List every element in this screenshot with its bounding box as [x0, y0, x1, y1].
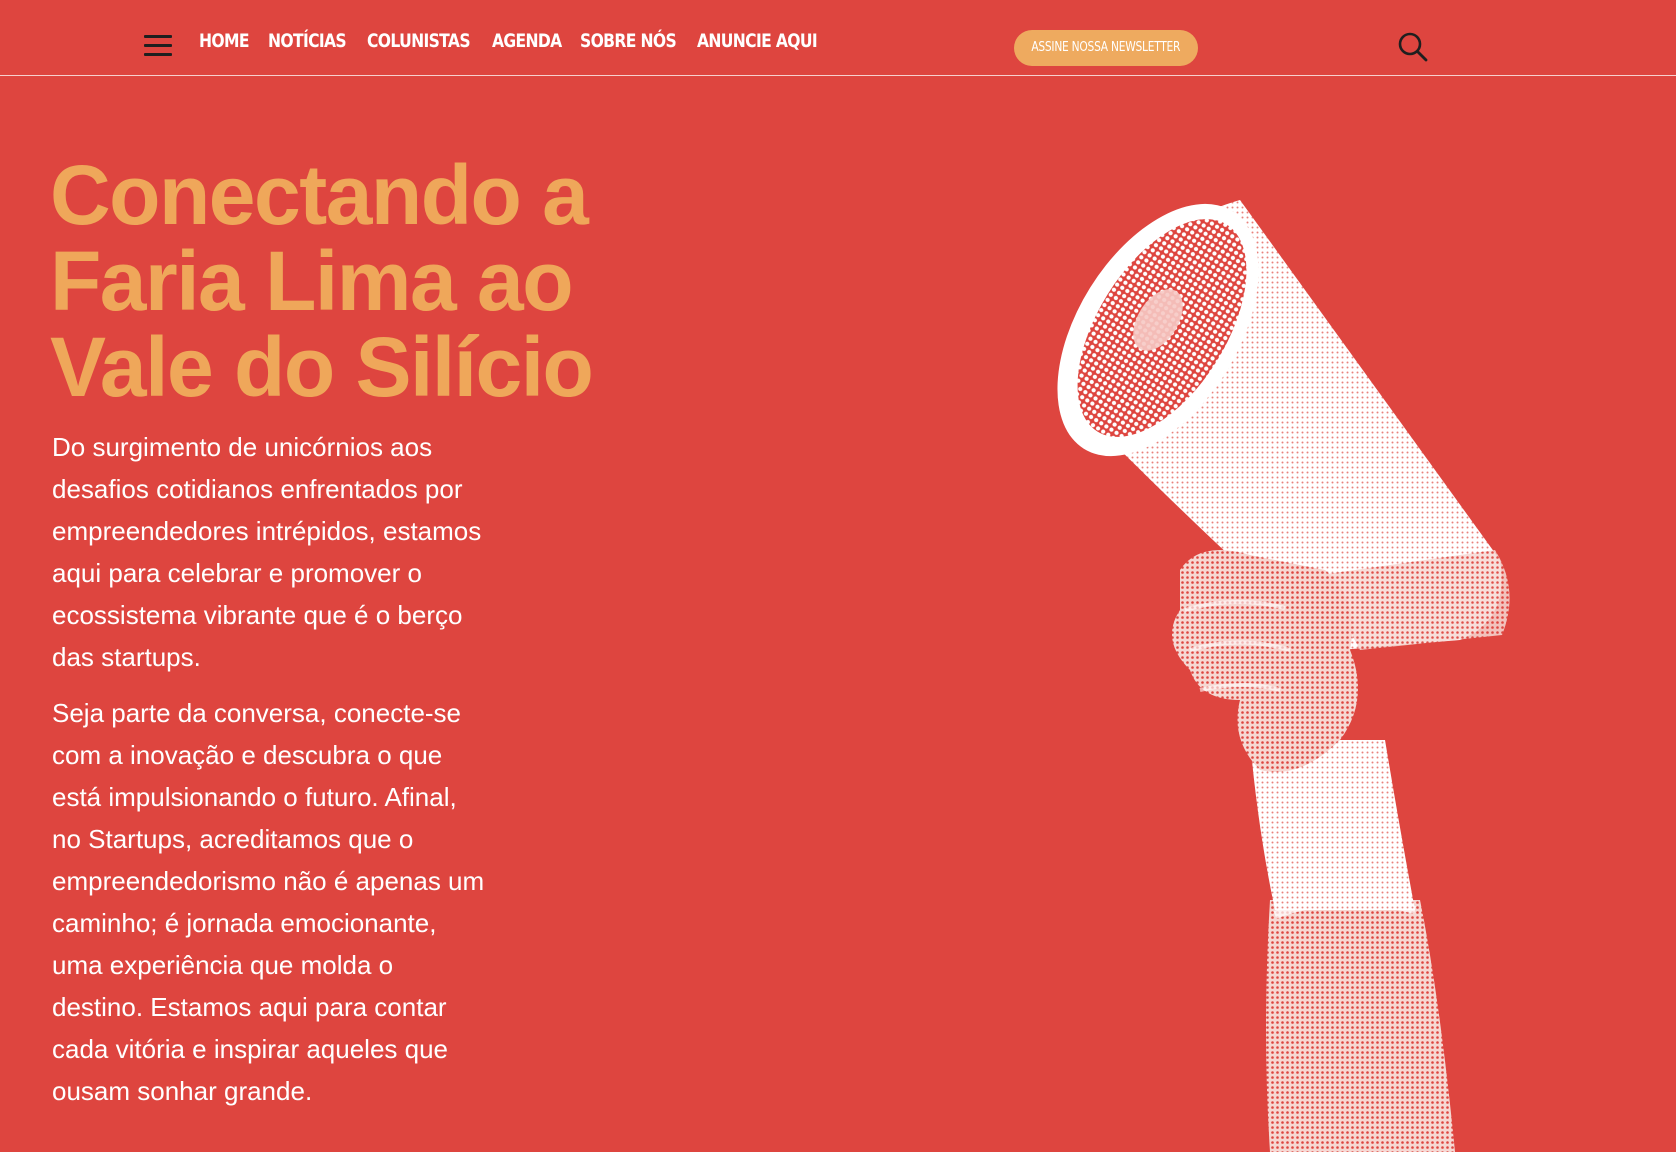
paragraph-line: Seja parte da conversa, conecte-se	[52, 698, 462, 728]
paragraph-line: está impulsionando o futuro. Afinal,	[52, 782, 457, 812]
hero-second-paragraph: Seja parte da conversa, conecte-se com a…	[52, 692, 542, 1112]
paragraph-line: caminho; é jornada emocionante,	[52, 908, 437, 938]
nav-home[interactable]: HOME	[199, 30, 249, 52]
nav-anuncie-aqui[interactable]: ANUNCIE AQUI	[697, 30, 818, 52]
hero-title-line: Faria Lima ao	[50, 234, 574, 328]
hamburger-menu-icon[interactable]	[144, 35, 172, 57]
paragraph-line: empreendedores intrépidos, estamos	[52, 516, 482, 546]
nav-colunistas[interactable]: COLUNISTAS	[367, 30, 471, 52]
page: HOME NOTÍCIAS COLUNISTAS AGENDA SOBRE NÓ…	[0, 0, 1676, 1152]
paragraph-line: Do surgimento de unicórnios aos	[52, 432, 433, 462]
newsletter-button[interactable]: ASSINE NOSSA NEWSLETTER	[1014, 30, 1198, 66]
paragraph-line: cada vitória e inspirar aqueles que	[52, 1034, 449, 1064]
paragraph-line: no Startups, acreditamos que o	[52, 824, 414, 854]
hero-title: Conectando a Faria Lima ao Vale do Silíc…	[50, 152, 670, 410]
search-icon[interactable]	[1396, 30, 1430, 64]
nav-sobre-nos[interactable]: SOBRE NÓS	[580, 30, 677, 52]
newsletter-button-label: ASSINE NOSSA NEWSLETTER	[1031, 40, 1181, 55]
megaphone-illustration	[1040, 180, 1580, 1152]
paragraph-line: aqui para celebrar e promover o	[52, 558, 422, 588]
paragraph-line: empreendedorismo não é apenas um	[52, 866, 485, 896]
paragraph-line: ecossistema vibrante que é o berço	[52, 600, 463, 630]
nav-agenda[interactable]: AGENDA	[492, 30, 562, 52]
paragraph-line: destino. Estamos aqui para contar	[52, 992, 447, 1022]
site-header: HOME NOTÍCIAS COLUNISTAS AGENDA SOBRE NÓ…	[0, 0, 1676, 76]
paragraph-line: desafios cotidianos enfrentados por	[52, 474, 463, 504]
hero-title-line: Conectando a	[50, 148, 589, 242]
paragraph-line: das startups.	[52, 642, 201, 672]
hero-title-line: Vale do Silício	[50, 320, 594, 414]
paragraph-line: uma experiência que molda o	[52, 950, 394, 980]
paragraph-line: com a inovação e descubra o que	[52, 740, 443, 770]
hero-intro-paragraph: Do surgimento de unicórnios aos desafios…	[52, 426, 542, 678]
paragraph-line: ousam sonhar grande.	[52, 1076, 313, 1106]
nav-noticias[interactable]: NOTÍCIAS	[268, 30, 347, 52]
